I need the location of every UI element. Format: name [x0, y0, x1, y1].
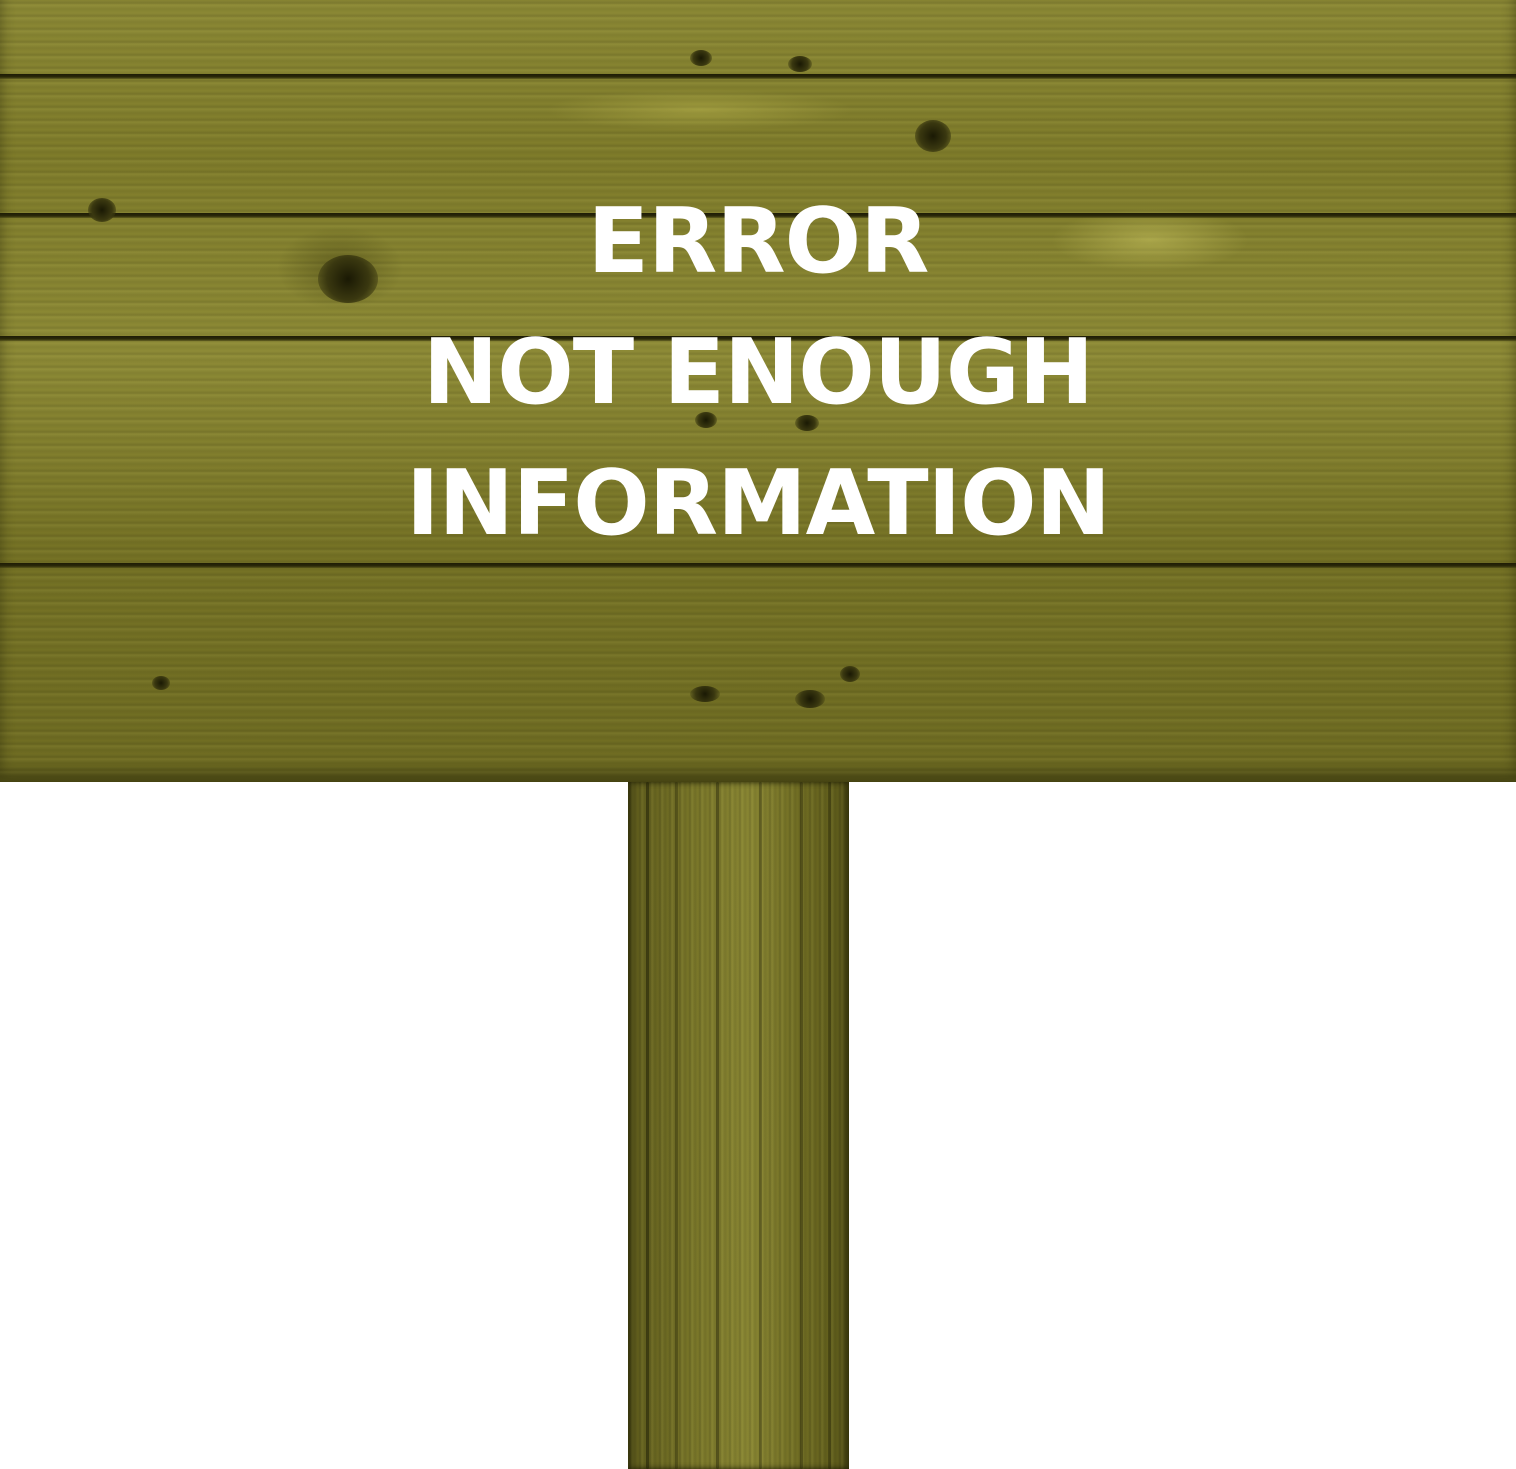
post-grain: [716, 782, 719, 1469]
error-detail-line-1: NOT ENOUGH: [422, 320, 1094, 425]
post-grain: [646, 782, 649, 1469]
wood-knot: [915, 120, 951, 152]
wooden-sign-post: [628, 782, 849, 1469]
wood-knot: [788, 56, 812, 72]
wood-knot: [690, 50, 712, 66]
wood-knot: [795, 690, 825, 708]
wood-knot: [840, 666, 860, 682]
error-title: ERROR: [587, 189, 930, 294]
error-detail-line-2: INFORMATION: [405, 451, 1111, 556]
post-grain: [828, 782, 831, 1469]
plank-seam: [0, 74, 1516, 79]
post-grain: [800, 782, 803, 1469]
post-grain: [675, 782, 678, 1469]
wood-knot: [152, 676, 170, 690]
error-message: ERROR NOT ENOUGH INFORMATION: [0, 176, 1516, 569]
post-grain: [759, 782, 762, 1469]
wood-knot: [690, 686, 720, 702]
wooden-sign-board: ERROR NOT ENOUGH INFORMATION: [0, 0, 1516, 782]
